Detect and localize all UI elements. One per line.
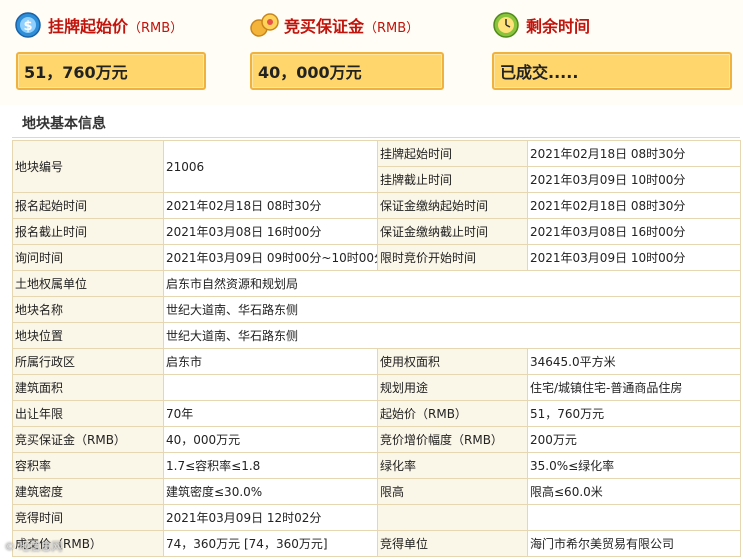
label-signup-end: 报名截止时间	[12, 218, 164, 245]
value-use-area: 34645.0平方米	[527, 348, 741, 375]
value-lease-term: 70年	[163, 400, 378, 427]
label-owner-unit: 土地权属单位	[12, 270, 164, 297]
value-parcel-name: 世纪大道南、华石路东侧	[163, 296, 741, 323]
value-parcel-no: 21006	[163, 140, 378, 193]
value-bid-deposit: 40，000万元	[163, 426, 378, 453]
table-row: 建筑面积 规划用途 住宅/城镇住宅-普通商品住房	[12, 374, 741, 401]
table-row: 竞得时间 2021年03月09日 12时02分	[12, 504, 741, 531]
label-lease-term: 出让年限	[12, 400, 164, 427]
empty-cell	[527, 504, 741, 531]
watermark: © 地信息网	[4, 540, 63, 553]
value-listing-start: 2021年02月18日 08时30分	[527, 140, 741, 167]
value-owner-unit: 启东市自然资源和规划局	[163, 270, 741, 297]
start-price-panel: $ 挂牌起始价（RMB） 51，760万元	[14, 0, 206, 100]
summary-bar: $ 挂牌起始价（RMB） 51，760万元 竞买保证金（RMB） 40，000万…	[0, 0, 743, 105]
start-price-unit: （RMB）	[128, 21, 184, 36]
section-title: 地块基本信息	[22, 116, 106, 132]
value-building-density: 建筑密度≤30.0%	[163, 478, 378, 505]
label-deposit-start: 保证金缴纳起始时间	[377, 192, 528, 219]
table-row: 建筑密度 建筑密度≤30.0% 限高 限高≤60.0米	[12, 478, 741, 505]
table-row: 报名截止时间 2021年03月08日 16时00分 保证金缴纳截止时间 2021…	[12, 218, 741, 245]
table-row: 所属行政区 启东市 使用权面积 34645.0平方米	[12, 348, 741, 375]
label-winner: 竞得单位	[377, 530, 528, 557]
label-plot-ratio: 容积率	[12, 452, 164, 479]
remaining-time-panel: 剩余时间 已成交.....	[492, 0, 732, 100]
value-signup-start: 2021年02月18日 08时30分	[163, 192, 378, 219]
svg-text:$: $	[23, 19, 32, 34]
label-building-density: 建筑密度	[12, 478, 164, 505]
label-district: 所属行政区	[12, 348, 164, 375]
label-start-price: 起始价（RMB）	[377, 400, 528, 427]
label-bidding-start: 限时竞价开始时间	[377, 244, 528, 271]
table-row: 出让年限 70年 起始价（RMB） 51，760万元	[12, 400, 741, 427]
value-start-price: 51，760万元	[527, 400, 741, 427]
section-header: 地块基本信息	[12, 105, 740, 138]
value-height-limit: 限高≤60.0米	[527, 478, 741, 505]
value-plot-ratio: 1.7≤容积率≤1.8	[163, 452, 378, 479]
label-bid-increment: 竞价增价幅度（RMB）	[377, 426, 528, 453]
remaining-label: 剩余时间	[526, 17, 591, 36]
label-won-time: 竞得时间	[12, 504, 164, 531]
label-deposit-end: 保证金缴纳截止时间	[377, 218, 528, 245]
value-inquiry-time: 2021年03月09日 09时00分~10时00分	[163, 244, 378, 271]
value-district: 启东市	[163, 348, 378, 375]
value-winner: 海门市希尔美贸易有限公司	[527, 530, 741, 557]
value-deposit-start: 2021年02月18日 08时30分	[527, 192, 741, 219]
value-deposit-end: 2021年03月08日 16时00分	[527, 218, 741, 245]
value-planned-use: 住宅/城镇住宅-普通商品住房	[527, 374, 741, 401]
label-bid-deposit: 竞买保证金（RMB）	[12, 426, 164, 453]
table-row: 竞买保证金（RMB） 40，000万元 竞价增价幅度（RMB） 200万元	[12, 426, 741, 453]
start-price-value: 51，760万元	[16, 52, 206, 90]
land-info-table: 地块编号 21006 挂牌起始时间 2021年02月18日 08时30分 挂牌截…	[12, 140, 741, 557]
deposit-panel: 竞买保证金（RMB） 40，000万元	[250, 0, 444, 100]
value-signup-end: 2021年03月08日 16时00分	[163, 218, 378, 245]
table-row: 报名起始时间 2021年02月18日 08时30分 保证金缴纳起始时间 2021…	[12, 192, 741, 219]
empty-cell	[377, 504, 528, 531]
money-icon: $	[14, 11, 42, 39]
label-parcel-name: 地块名称	[12, 296, 164, 323]
label-planned-use: 规划用途	[377, 374, 528, 401]
label-use-area: 使用权面积	[377, 348, 528, 375]
deposit-value: 40，000万元	[250, 52, 444, 90]
remaining-value: 已成交.....	[492, 52, 732, 90]
label-listing-end: 挂牌截止时间	[377, 166, 528, 193]
deposit-label: 竞买保证金	[284, 17, 365, 36]
label-height-limit: 限高	[377, 478, 528, 505]
label-listing-start: 挂牌起始时间	[377, 140, 528, 167]
deposit-unit: （RMB）	[364, 21, 420, 36]
table-row: 地块编号 21006 挂牌起始时间 2021年02月18日 08时30分	[12, 140, 741, 193]
start-price-label: 挂牌起始价	[48, 17, 129, 36]
value-bidding-start: 2021年03月09日 10时00分	[527, 244, 741, 271]
value-deal-price: 74，360万元 [74，360万元]	[163, 530, 378, 557]
value-building-area	[163, 374, 378, 401]
value-parcel-location: 世纪大道南、华石路东侧	[163, 322, 741, 349]
label-inquiry-time: 询问时间	[12, 244, 164, 271]
label-parcel-location: 地块位置	[12, 322, 164, 349]
value-bid-increment: 200万元	[527, 426, 741, 453]
value-green-ratio: 35.0%≤绿化率	[527, 452, 741, 479]
clock-icon	[492, 11, 520, 39]
table-row: 询问时间 2021年03月09日 09时00分~10时00分 限时竞价开始时间 …	[12, 244, 741, 271]
coins-icon	[250, 11, 279, 39]
table-row: 成交价（RMB） 74，360万元 [74，360万元] 竞得单位 海门市希尔美…	[12, 530, 741, 557]
value-won-time: 2021年03月09日 12时02分	[163, 504, 378, 531]
table-row: 地块名称 世纪大道南、华石路东侧	[12, 296, 741, 323]
label-building-area: 建筑面积	[12, 374, 164, 401]
label-green-ratio: 绿化率	[377, 452, 528, 479]
value-listing-end: 2021年03月09日 10时00分	[527, 166, 741, 193]
label-signup-start: 报名起始时间	[12, 192, 164, 219]
table-row: 土地权属单位 启东市自然资源和规划局	[12, 270, 741, 297]
label-parcel-no: 地块编号	[12, 140, 164, 193]
table-row: 容积率 1.7≤容积率≤1.8 绿化率 35.0%≤绿化率	[12, 452, 741, 479]
table-row: 地块位置 世纪大道南、华石路东侧	[12, 322, 741, 349]
